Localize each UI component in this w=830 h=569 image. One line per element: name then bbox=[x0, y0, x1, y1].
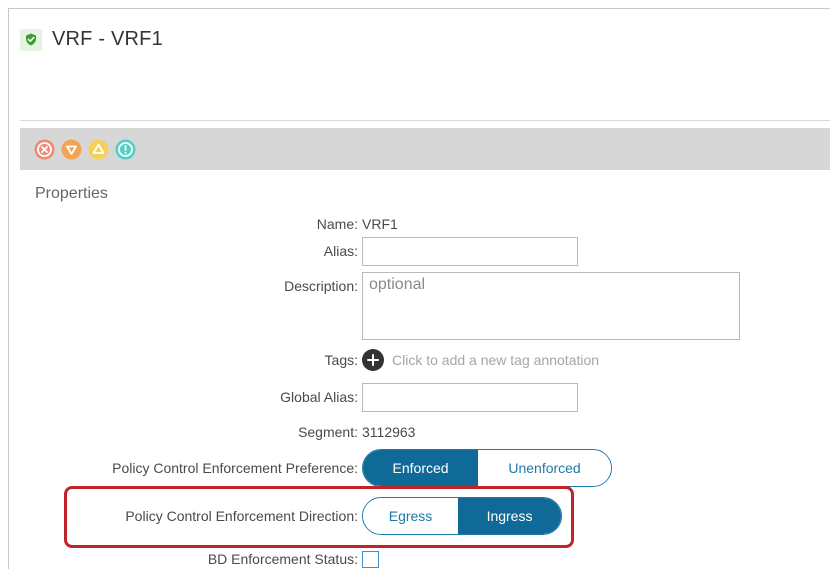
global-alias-row: Global Alias: bbox=[0, 382, 578, 412]
description-row: Description: optional bbox=[0, 272, 740, 340]
critical-fault-icon[interactable] bbox=[34, 139, 55, 160]
description-label: Description: bbox=[284, 278, 358, 294]
ingress-option[interactable]: Ingress bbox=[458, 498, 561, 534]
global-alias-input[interactable] bbox=[362, 382, 578, 412]
tags-hint[interactable]: Click to add a new tag annotation bbox=[392, 352, 599, 368]
description-textarea[interactable]: optional bbox=[362, 272, 740, 340]
major-fault-icon[interactable] bbox=[61, 139, 82, 160]
page-header: VRF - VRF1 bbox=[20, 28, 163, 51]
unenforced-option[interactable]: Unenforced bbox=[478, 450, 611, 486]
description-placeholder: optional bbox=[369, 276, 426, 293]
add-tag-button[interactable] bbox=[362, 349, 384, 371]
alias-label: Alias: bbox=[323, 243, 358, 259]
pce-direction-toggle: Egress Ingress bbox=[362, 497, 562, 535]
divider bbox=[20, 120, 830, 121]
pce-preference-toggle: Enforced Unenforced bbox=[362, 449, 612, 487]
enforced-option[interactable]: Enforced bbox=[363, 450, 479, 486]
egress-option[interactable]: Egress bbox=[363, 498, 459, 534]
pce-direction-label: Policy Control Enforcement Direction: bbox=[125, 508, 358, 524]
segment-row: Segment: 3112963 bbox=[0, 422, 415, 442]
segment-label: Segment: bbox=[298, 424, 358, 440]
shield-check-icon bbox=[20, 28, 42, 51]
bd-enforcement-checkbox[interactable] bbox=[362, 550, 379, 568]
pce-preference-row: Policy Control Enforcement Preference: E… bbox=[0, 448, 612, 488]
bd-enforcement-label: BD Enforcement Status: bbox=[207, 551, 358, 567]
warning-fault-icon[interactable] bbox=[115, 139, 136, 160]
name-row: Name: VRF1 bbox=[0, 214, 830, 234]
section-title: Properties bbox=[35, 185, 108, 202]
fault-summary-bar bbox=[20, 128, 830, 170]
name-label: Name: bbox=[316, 216, 358, 232]
tags-row: Tags: Click to add a new tag annotation bbox=[0, 348, 599, 372]
bd-enforcement-row: BD Enforcement Status: bbox=[0, 549, 379, 569]
page-title: VRF - VRF1 bbox=[52, 28, 163, 50]
tags-label: Tags: bbox=[324, 352, 358, 368]
segment-value: 3112963 bbox=[362, 424, 416, 440]
plus-icon bbox=[367, 354, 379, 366]
alias-row: Alias: bbox=[0, 236, 578, 266]
minor-fault-icon[interactable] bbox=[88, 139, 109, 160]
pce-direction-row: Policy Control Enforcement Direction: Eg… bbox=[0, 496, 562, 536]
pce-preference-label: Policy Control Enforcement Preference: bbox=[112, 460, 358, 476]
global-alias-label: Global Alias: bbox=[280, 389, 358, 405]
alias-input[interactable] bbox=[362, 236, 578, 266]
name-value: VRF1 bbox=[362, 216, 398, 232]
